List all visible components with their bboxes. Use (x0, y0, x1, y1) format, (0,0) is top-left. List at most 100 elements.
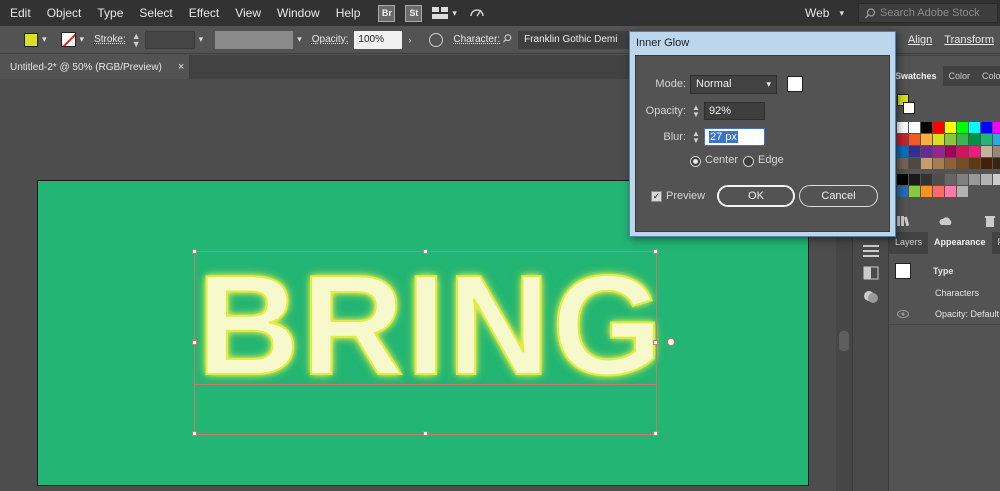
font-family-field[interactable]: Franklin Gothic Demi (518, 30, 637, 49)
swatch[interactable] (921, 134, 932, 145)
align-button[interactable]: Align (908, 34, 932, 46)
document-tab[interactable]: Untitled-2* @ 50% (RGB/Preview) × (0, 55, 190, 79)
chevron-right-icon[interactable]: › (408, 35, 411, 45)
center-label[interactable]: Center (705, 154, 738, 166)
close-icon[interactable]: × (178, 61, 184, 73)
stroke-swatch[interactable] (60, 32, 76, 47)
menu-object[interactable]: Object (39, 0, 90, 26)
tab-color-guide[interactable]: Color (976, 66, 1000, 86)
swatch[interactable] (945, 174, 956, 185)
stroke-label[interactable]: Stroke: (94, 34, 126, 45)
swatch[interactable] (957, 186, 968, 197)
swatch[interactable] (969, 122, 980, 133)
swatch[interactable] (933, 134, 944, 145)
swatch[interactable] (981, 122, 992, 133)
swatch[interactable] (993, 146, 1000, 157)
swatch[interactable] (921, 122, 932, 133)
glow-color-swatch[interactable] (787, 76, 803, 92)
swatch[interactable] (945, 146, 956, 157)
swatch[interactable] (897, 174, 908, 185)
resize-handle[interactable] (653, 340, 658, 345)
blur-input[interactable]: 27 px (704, 128, 765, 146)
preview-label[interactable]: Preview (666, 190, 705, 202)
tab-properties[interactable]: P (992, 232, 1000, 254)
transparency-icon[interactable] (863, 290, 879, 304)
bridge-button[interactable]: Br (378, 4, 396, 22)
center-radio[interactable] (690, 156, 701, 167)
swatch[interactable] (897, 158, 908, 169)
scrollbar-thumb[interactable] (839, 331, 849, 351)
resize-handle[interactable] (423, 249, 428, 254)
swatch[interactable] (957, 158, 968, 169)
swatch[interactable] (957, 174, 968, 185)
swatch[interactable] (909, 146, 920, 157)
chevron-down-icon[interactable]: ▾ (80, 34, 85, 45)
chevron-down-icon[interactable]: ▾ (42, 34, 47, 45)
appearance-row-opacity[interactable]: Opacity: Default (889, 303, 1000, 325)
opacity-label[interactable]: Opacity: (312, 34, 349, 45)
menu-edit[interactable]: Edit (0, 0, 39, 26)
swatch[interactable] (957, 134, 968, 145)
swatch[interactable] (969, 134, 980, 145)
opacity-field[interactable]: 100% (354, 30, 403, 49)
swatch[interactable] (921, 158, 932, 169)
edge-radio[interactable] (743, 156, 754, 167)
resize-handle[interactable] (192, 340, 197, 345)
swatch[interactable] (945, 186, 956, 197)
cc-libraries-icon[interactable] (939, 216, 953, 226)
resize-handle[interactable] (653, 431, 658, 436)
swatch[interactable] (909, 186, 920, 197)
swatch[interactable] (933, 158, 944, 169)
resize-handle[interactable] (423, 431, 428, 436)
menu-window[interactable]: Window (269, 0, 328, 26)
swatch[interactable] (921, 146, 932, 157)
active-stroke-swatch[interactable] (903, 102, 915, 114)
menu-effect[interactable]: Effect (181, 0, 227, 26)
swatch[interactable] (921, 174, 932, 185)
resize-handle[interactable] (192, 249, 197, 254)
artboard-text[interactable]: BRING (196, 254, 664, 398)
gpu-performance-icon[interactable] (469, 4, 485, 23)
swatch[interactable] (909, 158, 920, 169)
appearance-row-characters[interactable]: Characters (889, 282, 1000, 304)
swatch[interactable] (993, 134, 1000, 145)
swatch[interactable] (993, 122, 1000, 133)
swatch[interactable] (981, 174, 992, 185)
preview-checkbox[interactable]: ✓ (651, 191, 662, 202)
swatch[interactable] (921, 186, 932, 197)
swatch[interactable] (945, 158, 956, 169)
tab-color[interactable]: Color (943, 66, 977, 86)
recolor-artwork-icon[interactable] (429, 32, 444, 47)
workspace-switcher[interactable]: Web (805, 6, 829, 20)
swatch[interactable] (933, 186, 944, 197)
swatch[interactable] (909, 134, 920, 145)
swatch[interactable] (957, 122, 968, 133)
swatch[interactable] (945, 134, 956, 145)
swatch[interactable] (909, 122, 920, 133)
swatch[interactable] (969, 146, 980, 157)
mode-select[interactable]: Normal ▾ (690, 75, 777, 94)
swatch-library-icon[interactable] (897, 216, 909, 226)
cancel-button[interactable]: Cancel (799, 185, 878, 207)
swatch[interactable] (993, 158, 1000, 169)
ok-button[interactable]: OK (717, 185, 795, 207)
fill-swatch[interactable] (24, 32, 38, 47)
resize-handle[interactable] (192, 431, 197, 436)
menu-help[interactable]: Help (328, 0, 369, 26)
swatch[interactable] (945, 122, 956, 133)
chevron-down-icon[interactable]: ▾ (297, 34, 302, 45)
appearance-row-type[interactable]: Type (889, 260, 1000, 282)
delete-icon[interactable] (985, 215, 995, 227)
swatch[interactable] (933, 146, 944, 157)
swatch[interactable] (981, 146, 992, 157)
swatch[interactable] (969, 158, 980, 169)
visibility-icon[interactable] (897, 309, 909, 318)
transform-button[interactable]: Transform (944, 34, 994, 46)
swatch[interactable] (981, 158, 992, 169)
opacity-input[interactable]: 92% (704, 102, 765, 120)
menu-icon[interactable] (863, 244, 879, 258)
character-label[interactable]: Character: (453, 34, 500, 45)
tab-appearance[interactable]: Appearance (928, 232, 992, 254)
swatch[interactable] (909, 174, 920, 185)
swatch[interactable] (897, 186, 908, 197)
